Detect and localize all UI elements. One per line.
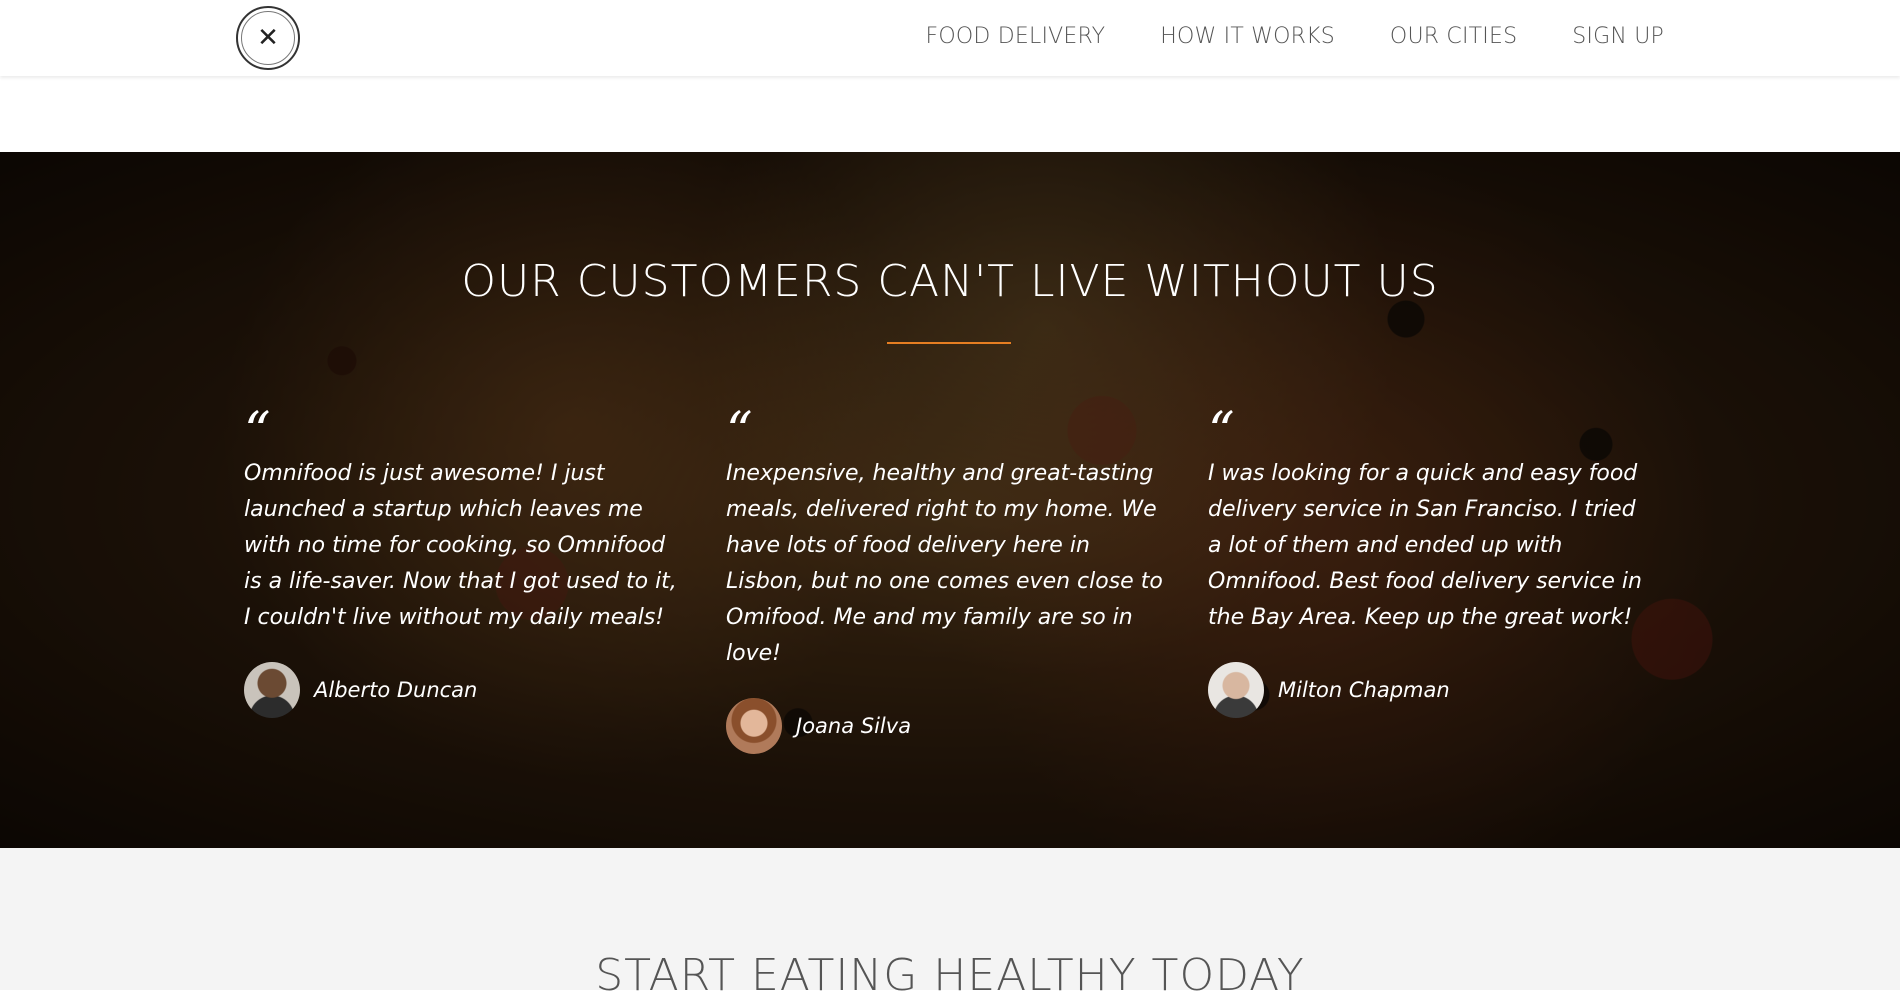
quote-mark-icon: “ — [726, 402, 753, 462]
quote-mark-icon: “ — [1208, 402, 1235, 462]
testimonial-author: Joana Silva — [726, 698, 1171, 754]
testimonial-author: Alberto Duncan — [244, 662, 689, 718]
author-name: Joana Silva — [796, 714, 912, 738]
avatar — [244, 662, 300, 718]
signup-section: START EATING HEALTHY TODAY — [0, 848, 1900, 1001]
testimonial-quote: Omnifood is just awesome! I just launche… — [244, 461, 677, 630]
author-name: Alberto Duncan — [314, 678, 478, 702]
avatar — [726, 698, 782, 754]
testimonial-card: “ Inexpensive, healthy and great-tasting… — [726, 402, 1171, 754]
nav-how-it-works[interactable]: HOW IT WORKS — [1160, 24, 1335, 49]
nav-our-cities[interactable]: OUR CITIES — [1390, 24, 1517, 49]
logo-icon[interactable]: ✕ — [236, 6, 300, 70]
avatar — [1208, 662, 1264, 718]
logo-emblem: ✕ — [241, 11, 295, 65]
testimonials-title: OUR CUSTOMERS CAN'T LIVE WITHOUT US — [461, 256, 1439, 307]
nav-food-delivery[interactable]: FOOD DELIVERY — [926, 24, 1106, 49]
site-header: ✕ FOOD DELIVERY HOW IT WORKS OUR CITIES … — [0, 0, 1900, 76]
nav-sign-up[interactable]: SIGN UP — [1572, 24, 1664, 49]
testimonial-card: “ I was looking for a quick and easy foo… — [1208, 402, 1653, 718]
fork-knife-icon: ✕ — [257, 23, 279, 53]
testimonial-card: “ Omnifood is just awesome! I just launc… — [244, 402, 689, 718]
testimonial-quote: Inexpensive, healthy and great-tasting m… — [726, 461, 1163, 666]
testimonial-author: Milton Chapman — [1208, 662, 1653, 718]
testimonials-section: OUR CUSTOMERS CAN'T LIVE WITHOUT US “ Om… — [0, 152, 1900, 848]
quote-mark-icon: “ — [244, 402, 271, 462]
main-nav: FOOD DELIVERY HOW IT WORKS OUR CITIES SI… — [926, 24, 1664, 49]
title-divider — [887, 342, 1011, 344]
author-name: Milton Chapman — [1278, 678, 1450, 702]
signup-title: START EATING HEALTHY TODAY — [595, 950, 1305, 1001]
testimonial-quote: I was looking for a quick and easy food … — [1208, 461, 1642, 630]
